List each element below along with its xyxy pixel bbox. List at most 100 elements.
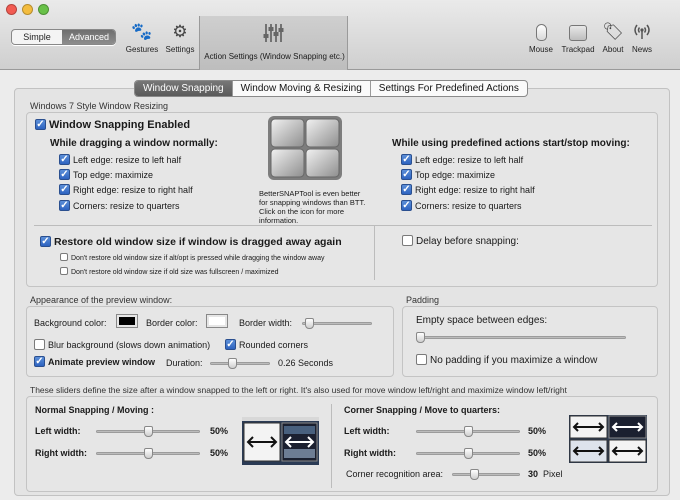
section-title-resizing: Windows 7 Style Window Resizing	[30, 101, 169, 111]
mode-advanced-button[interactable]: Advanced	[62, 30, 115, 44]
duration-slider[interactable]	[210, 358, 270, 369]
slider-thumb[interactable]	[144, 448, 153, 459]
animate-preview-label: Animate preview window	[48, 357, 156, 367]
predef-top-edge-checkbox[interactable]: ✓ Top edge: maximize	[401, 169, 495, 181]
slider-thumb[interactable]	[144, 426, 153, 437]
toolbar-trackpad-label: Trackpad	[561, 45, 595, 54]
mode-simple-button[interactable]: Simple	[12, 30, 62, 44]
mouse-icon	[526, 22, 556, 42]
checkbox-box	[34, 339, 45, 351]
border-width-label: Border width:	[239, 318, 293, 328]
paw-icon: 🐾	[131, 22, 153, 41]
normal-snapping-preview-image	[242, 417, 319, 465]
predef-left-edge-label: Left edge: resize to left half	[415, 155, 524, 165]
toolbar-action-settings[interactable]: Action Settings (Window Snapping etc.)	[199, 16, 348, 70]
border-width-slider[interactable]	[302, 318, 372, 329]
delay-snapping-label: Delay before snapping:	[416, 236, 519, 248]
rounded-corners-label: Rounded corners	[239, 340, 309, 350]
corner-area-slider[interactable]	[452, 469, 520, 480]
toolbar-news[interactable]: News	[628, 22, 656, 54]
slider-track	[210, 362, 270, 365]
tab-window-snapping[interactable]: Window Snapping	[135, 81, 232, 96]
left-width-label: Left width:	[35, 426, 81, 436]
predef-right-edge-checkbox[interactable]: ✓ Right edge: resize to right half	[401, 184, 535, 196]
corner-left-width-value: 50%	[528, 426, 547, 436]
tab-bar: Window Snapping Window Moving & Resizing…	[134, 80, 528, 97]
slider-thumb[interactable]	[228, 358, 237, 369]
antenna-icon	[628, 22, 656, 42]
blur-background-checkbox[interactable]: Blur background (slows down animation)	[34, 339, 211, 351]
toolbar-news-label: News	[631, 45, 652, 54]
rounded-corners-checkbox[interactable]: ✓ Rounded corners	[225, 339, 309, 351]
checkmark-icon: ✓	[401, 154, 412, 166]
tab-window-moving-resizing[interactable]: Window Moving & Resizing	[231, 81, 370, 96]
predef-corners-checkbox[interactable]: ✓ Corners: resize to quarters	[401, 200, 522, 212]
border-color-well[interactable]	[206, 314, 228, 328]
slider-thumb[interactable]	[416, 332, 425, 343]
drag-right-edge-checkbox[interactable]: ✓ Right edge: resize to right half	[59, 184, 193, 196]
slider-thumb[interactable]	[464, 426, 473, 437]
divider	[34, 225, 652, 226]
drag-top-edge-checkbox[interactable]: ✓ Top edge: maximize	[59, 169, 153, 181]
restore-fullscreen-checkbox[interactable]: Don't restore old window size if old siz…	[60, 267, 279, 276]
delay-snapping-checkbox[interactable]: Delay before snapping:	[402, 235, 519, 248]
predefined-title: While using predefined actions start/sto…	[392, 138, 630, 149]
drag-corners-checkbox[interactable]: ✓ Corners: resize to quarters	[59, 200, 180, 212]
toolbar-settings[interactable]: ⚙ Settings	[161, 22, 199, 54]
border-color-swatch	[209, 317, 225, 325]
bettersnaptool-icon[interactable]	[267, 115, 343, 181]
slider-thumb[interactable]	[470, 469, 479, 480]
divider	[374, 226, 375, 280]
minimize-window-button[interactable]	[22, 4, 33, 15]
checkmark-icon: ✓	[59, 200, 70, 212]
right-width-label: Right width:	[35, 448, 87, 458]
no-padding-checkbox[interactable]: No padding if you maximize a window	[416, 354, 597, 366]
window-snapping-enabled-label: Window Snapping Enabled	[49, 119, 191, 131]
corner-right-width-slider[interactable]	[416, 448, 520, 459]
corner-area-unit: Pixel	[543, 469, 563, 479]
checkmark-icon: ✓	[59, 184, 70, 196]
trackpad-icon	[558, 22, 598, 42]
window-snapping-enabled-checkbox[interactable]: ✓ Window Snapping Enabled	[35, 118, 191, 131]
section-title-padding: Padding	[406, 295, 440, 305]
restore-alt-checkbox[interactable]: Don't restore old window size if alt/opt…	[60, 253, 324, 262]
toolbar-mouse-label: Mouse	[528, 45, 553, 54]
slider-thumb[interactable]	[464, 448, 473, 459]
checkmark-icon: ✓	[35, 118, 46, 130]
checkmark-icon: ✓	[401, 184, 412, 196]
slider-track	[416, 336, 626, 339]
toolbar-about[interactable]: 🏷 About	[599, 22, 627, 54]
checkmark-icon: ✓	[59, 154, 70, 166]
slider-thumb[interactable]	[305, 318, 314, 329]
predef-left-edge-checkbox[interactable]: ✓ Left edge: resize to left half	[401, 154, 524, 166]
blur-background-label: Blur background (slows down animation)	[48, 340, 211, 350]
drag-left-edge-checkbox[interactable]: ✓ Left edge: resize to left half	[59, 154, 181, 166]
restore-size-checkbox[interactable]: ✓ Restore old window size if window is dr…	[40, 235, 342, 248]
left-width-value: 50%	[210, 426, 229, 436]
background-color-well[interactable]	[116, 314, 138, 328]
close-window-button[interactable]	[6, 4, 17, 15]
toolbar-gestures-label: Gestures	[125, 45, 159, 54]
zoom-window-button[interactable]	[38, 4, 49, 15]
toolbar-trackpad[interactable]: Trackpad	[558, 22, 598, 54]
empty-space-slider[interactable]	[416, 332, 626, 343]
duration-label: Duration:	[166, 358, 203, 368]
tab-predefined-actions[interactable]: Settings For Predefined Actions	[369, 81, 527, 96]
sliders-icon	[262, 23, 286, 43]
background-color-label: Background color:	[34, 318, 107, 328]
restore-size-label: Restore old window size if window is dra…	[54, 236, 342, 248]
checkmark-icon: ✓	[401, 169, 412, 181]
corner-area-label: Corner recognition area:	[346, 469, 444, 479]
animate-preview-checkbox[interactable]: ✓ Animate preview window	[34, 356, 156, 368]
left-width-slider[interactable]	[96, 426, 200, 437]
slider-track	[452, 473, 520, 476]
checkmark-icon: ✓	[401, 200, 412, 212]
corner-left-width-slider[interactable]	[416, 426, 520, 437]
right-width-slider[interactable]	[96, 448, 200, 459]
right-width-value: 50%	[210, 448, 229, 458]
toolbar-gestures[interactable]: 🐾 Gestures	[122, 22, 162, 54]
divider	[331, 404, 332, 488]
corner-right-width-value: 50%	[528, 448, 547, 458]
restore-fullscreen-label: Don't restore old window size if old siz…	[71, 268, 279, 276]
toolbar-mouse[interactable]: Mouse	[526, 22, 556, 54]
